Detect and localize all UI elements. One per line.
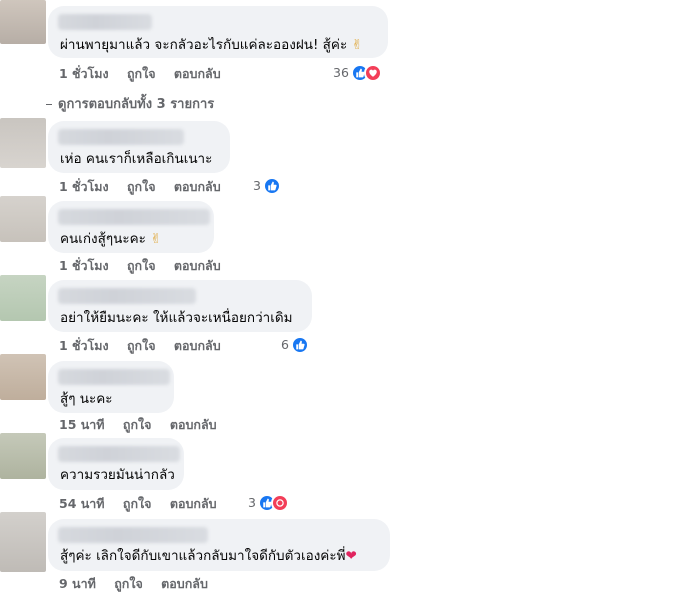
haha-icon [270, 494, 289, 512]
avatar[interactable] [0, 275, 46, 321]
comment-text: สู้ๆค่ะ เลิกใจดีกับเขาแล้วกลับมาใจดีกับต… [60, 547, 357, 565]
timestamp[interactable]: 1 ชั่วโมง [59, 258, 109, 273]
victory-hand-icon: ✌ [351, 37, 363, 53]
like-button[interactable]: ถูกใจ [127, 179, 156, 194]
like-button[interactable]: ถูกใจ [127, 66, 156, 81]
victory-hand-icon: ✌ [150, 231, 162, 247]
avatar[interactable] [0, 433, 46, 479]
like-button[interactable]: ถูกใจ [114, 576, 143, 591]
like-button[interactable]: ถูกใจ [123, 496, 152, 511]
heart-icon: ❤ [345, 548, 357, 564]
comment-meta: 1 ชั่วโมง ถูกใจ ตอบกลับ [59, 66, 221, 82]
comment-body: ความรวยมันน่ากลัว [60, 467, 175, 483]
avatar[interactable] [0, 0, 46, 44]
timestamp[interactable]: 9 นาที [59, 576, 96, 591]
avatar[interactable] [0, 354, 46, 400]
comment-meta: 15 นาที ถูกใจ ตอบกลับ [59, 417, 217, 433]
reaction-count: 36 [333, 65, 349, 80]
reaction-summary[interactable]: 6 [281, 336, 309, 354]
reply-button[interactable]: ตอบกลับ [174, 66, 221, 81]
comment-meta: 1 ชั่วโมง ถูกใจ ตอบกลับ [59, 258, 221, 274]
comment-body: อย่าให้ยืมนะคะ ให้แล้วจะเหนื่อยกว่าเดิม [60, 310, 293, 326]
reply-button[interactable]: ตอบกลับ [161, 576, 208, 591]
like-icon [290, 336, 309, 354]
comment-text: อย่าให้ยืมนะคะ ให้แล้วจะเหนื่อยกว่าเดิม [60, 309, 293, 327]
comment-meta: 1 ชั่วโมง ถูกใจ ตอบกลับ [59, 179, 221, 195]
author-name[interactable] [58, 369, 170, 385]
author-name[interactable] [58, 209, 210, 225]
view-replies-link[interactable]: ดูการตอบกลับทั้ง 3 รายการ [46, 93, 214, 114]
reply-button[interactable]: ตอบกลับ [170, 417, 217, 432]
timestamp[interactable]: 1 ชั่วโมง [59, 338, 109, 353]
comment-text: คนเก่งสู้ๆนะคะ ✌ [60, 230, 162, 248]
comment-body: เห่อ คนเราก็เหลือเกินเนาะ [60, 151, 213, 167]
like-icon [262, 177, 281, 195]
comment-text: เห่อ คนเราก็เหลือเกินเนาะ [60, 150, 212, 168]
like-button[interactable]: ถูกใจ [127, 338, 156, 353]
reply-button[interactable]: ตอบกลับ [170, 496, 217, 511]
avatar[interactable] [0, 196, 46, 242]
like-button[interactable]: ถูกใจ [123, 417, 152, 432]
author-name[interactable] [58, 288, 196, 304]
comment-text: สู้ๆ นะคะ [60, 390, 113, 408]
comment-body: คนเก่งสู้ๆนะคะ [60, 231, 146, 247]
author-name[interactable] [58, 129, 184, 145]
view-replies-label: ดูการตอบกลับทั้ง 3 รายการ [58, 97, 215, 112]
avatar[interactable] [0, 118, 46, 168]
reply-button[interactable]: ตอบกลับ [174, 179, 221, 194]
timestamp[interactable]: 15 นาที [59, 417, 105, 432]
comment-meta: 9 นาที ถูกใจ ตอบกลับ [59, 576, 208, 592]
comment-text: ผ่านพายุมาแล้ว จะกลัวอะไรกับแค่ละอองฝน! … [60, 36, 363, 54]
reaction-summary[interactable]: 3 [253, 177, 281, 195]
comment-body: ผ่านพายุมาแล้ว จะกลัวอะไรกับแค่ละอองฝน! … [60, 37, 348, 53]
reaction-summary[interactable]: 36 [333, 64, 382, 82]
reaction-count: 3 [253, 178, 261, 193]
timestamp[interactable]: 54 นาที [59, 496, 105, 511]
avatar[interactable] [0, 512, 46, 572]
comment-body: สู้ๆค่ะ เลิกใจดีกับเขาแล้วกลับมาใจดีกับต… [60, 548, 346, 564]
comment-meta: 1 ชั่วโมง ถูกใจ ตอบกลับ [59, 338, 221, 354]
like-button[interactable]: ถูกใจ [127, 258, 156, 273]
timestamp[interactable]: 1 ชั่วโมง [59, 66, 109, 81]
comment-text: ความรวยมันน่ากลัว [60, 466, 175, 484]
author-name[interactable] [58, 14, 152, 30]
reaction-count: 6 [281, 337, 289, 352]
reply-button[interactable]: ตอบกลับ [174, 338, 221, 353]
author-name[interactable] [58, 446, 180, 462]
reaction-summary[interactable]: 3 [248, 494, 289, 512]
reply-thread-line [46, 104, 52, 105]
reaction-count: 3 [248, 495, 256, 510]
timestamp[interactable]: 1 ชั่วโมง [59, 179, 109, 194]
author-name[interactable] [58, 527, 208, 543]
love-icon [363, 64, 382, 82]
comment-body: สู้ๆ นะคะ [60, 391, 113, 407]
comment-meta: 54 นาที ถูกใจ ตอบกลับ [59, 496, 217, 512]
reply-button[interactable]: ตอบกลับ [174, 258, 221, 273]
